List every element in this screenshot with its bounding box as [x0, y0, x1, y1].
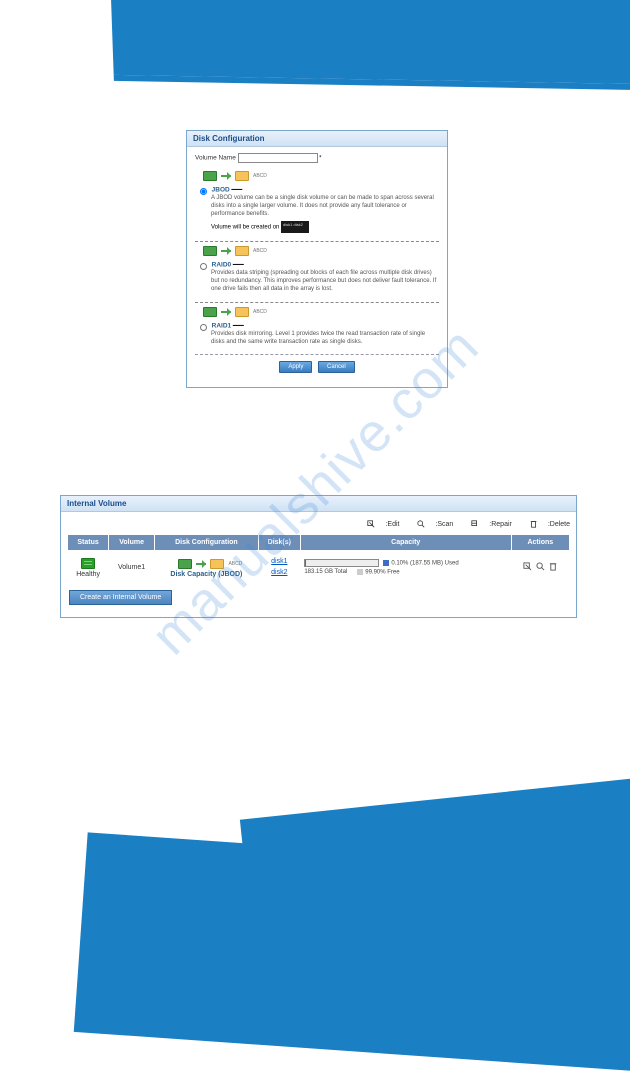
status-text: Healthy: [76, 571, 100, 578]
volume-name-cell: Volume1: [109, 551, 155, 585]
row-disk-config-label: Disk Capacity (JBOD): [158, 571, 254, 578]
internal-volume-title: Internal Volume: [61, 496, 576, 512]
capacity-bar: [304, 559, 379, 567]
capacity-used: 0.10% (187.55 MB) Used: [383, 560, 458, 567]
internal-volume-panel: Internal Volume :Edit :Scan :Repair: [60, 495, 577, 618]
table-row: Healthy Volume1 ABCD Disk Capacity (JBOD…: [68, 551, 570, 585]
row-abcd-label: ABCD: [228, 561, 242, 567]
arrow-icon: [221, 175, 231, 177]
col-capacity: Capacity: [300, 535, 511, 551]
jbod-abcd-label: ABCD: [253, 173, 267, 179]
raid1-radio[interactable]: [200, 324, 207, 331]
jbod-folder-icon: [235, 171, 249, 181]
raid1-folder-icon: [235, 307, 249, 317]
disk-configuration-title: Disk Configuration: [187, 131, 447, 147]
legend-repair: :Repair: [463, 521, 514, 528]
row-scan-icon[interactable]: [536, 562, 545, 571]
raid1-abcd-label: ABCD: [253, 309, 267, 315]
arrow-icon: [196, 563, 206, 565]
disk2-link[interactable]: disk2: [262, 568, 296, 579]
volume-name-input[interactable]: [238, 153, 318, 163]
col-volume: Volume: [109, 535, 155, 551]
row-disk-icon: [178, 559, 192, 569]
jbod-title: JBOD: [212, 187, 230, 194]
col-status: Status: [68, 535, 109, 551]
status-healthy-icon: [81, 558, 95, 569]
volume-name-required-hint: *: [319, 156, 321, 162]
raid1-disk-icon: [203, 307, 217, 317]
raid1-title: RAID1: [212, 322, 232, 329]
apply-button[interactable]: Apply: [279, 361, 312, 373]
arrow-icon: [221, 250, 231, 252]
arrow-icon: [221, 311, 231, 313]
col-actions: Actions: [511, 535, 569, 551]
cancel-button[interactable]: Cancel: [318, 361, 355, 373]
raid0-abcd-label: ABCD: [253, 248, 267, 254]
volume-name-label: Volume Name: [195, 155, 236, 162]
raid0-radio[interactable]: [200, 263, 207, 270]
raid0-description: Provides data striping (spreading out bl…: [211, 270, 439, 293]
volume-created-on-value: disk1 disk2: [281, 221, 309, 233]
internal-volume-table: Status Volume Disk Configuration Disk(s)…: [67, 534, 570, 584]
legend: :Edit :Scan :Repair :Delete: [67, 516, 570, 534]
delete-icon: [530, 520, 538, 528]
row-folder-icon: [210, 559, 224, 569]
volume-created-on-label: Volume will be created on: [211, 225, 279, 231]
jbod-description: A JBOD volume can be a single disk volum…: [211, 195, 439, 218]
legend-edit: :Edit: [359, 521, 401, 528]
page-corner-top: [107, 0, 630, 85]
row-edit-icon[interactable]: [523, 562, 532, 571]
scan-icon: [417, 520, 425, 528]
raid0-disk-icon: [203, 246, 217, 256]
create-internal-volume-button[interactable]: Create an Internal Volume: [69, 590, 172, 605]
legend-delete: :Delete: [522, 521, 570, 528]
raid1-description: Provides disk mirroring. Level 1 provide…: [211, 331, 439, 347]
repair-icon: [471, 520, 479, 528]
col-disk-config: Disk Configuration: [154, 535, 258, 551]
raid0-title: RAID0: [212, 262, 232, 269]
row-delete-icon[interactable]: [549, 562, 558, 571]
disk1-link[interactable]: disk1: [262, 557, 296, 568]
edit-icon: [367, 520, 375, 528]
raid0-folder-icon: [235, 246, 249, 256]
col-disks: Disk(s): [258, 535, 300, 551]
legend-scan: :Scan: [409, 521, 455, 528]
jbod-disk-icon: [203, 171, 217, 181]
disk-configuration-panel: Disk Configuration Volume Name * ABCD JB…: [186, 130, 448, 388]
jbod-radio[interactable]: [200, 188, 207, 195]
capacity-free: 99.90% Free: [357, 569, 399, 576]
page-corner-bottom-b: [74, 832, 630, 1073]
capacity-total: 183.15 GB Total: [304, 569, 347, 576]
